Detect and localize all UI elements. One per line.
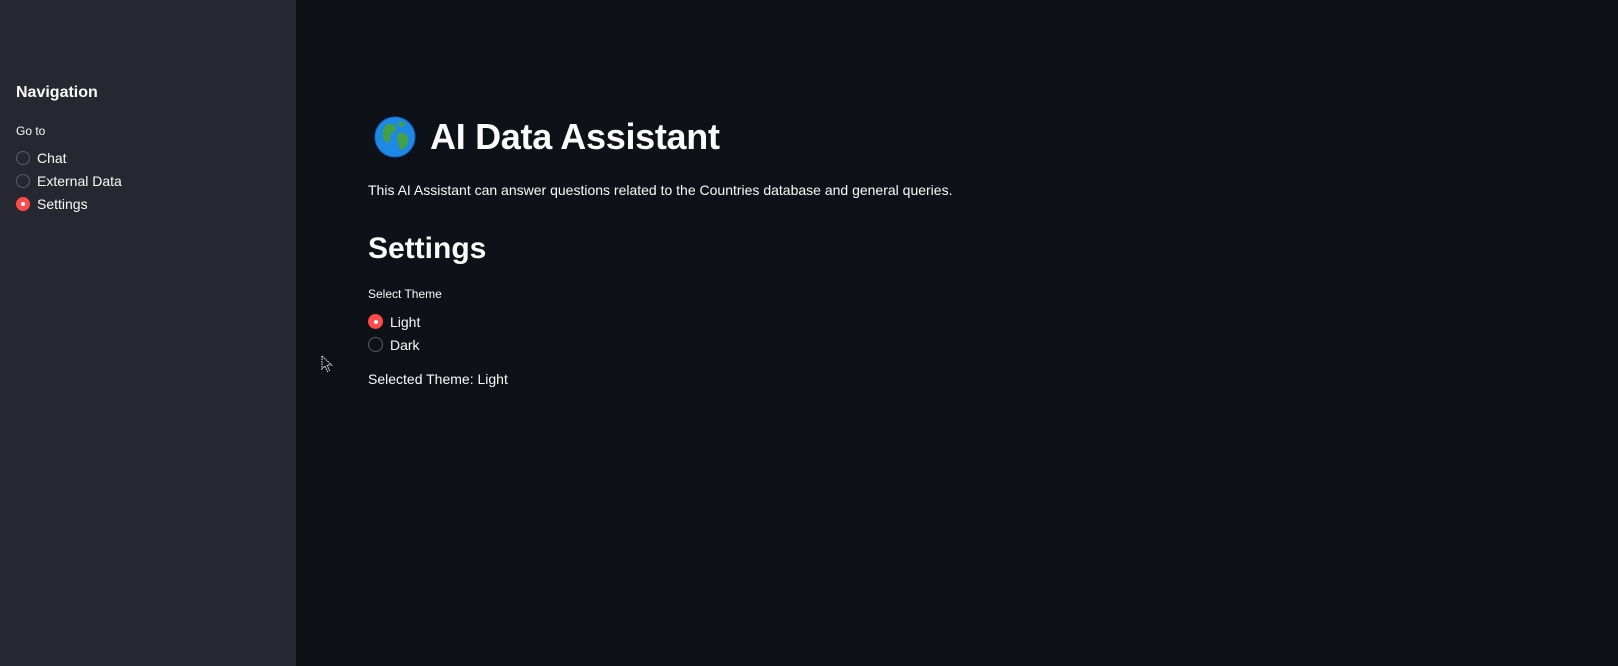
radio-button-selected-icon[interactable] (368, 314, 383, 329)
globe-icon (374, 116, 416, 158)
mouse-cursor-icon (321, 355, 333, 373)
nav-radio-group-label: Go to (16, 124, 46, 138)
page-title: AI Data Assistant (430, 116, 720, 157)
nav-option-label: Settings (37, 195, 88, 212)
nav-option-settings[interactable]: Settings (16, 192, 122, 215)
radio-button-icon[interactable] (368, 337, 383, 352)
app-root: Navigation Go to Chat External Data Sett… (0, 0, 1618, 666)
nav-option-label: External Data (37, 172, 122, 189)
theme-option-label: Light (390, 313, 421, 330)
nav-option-external-data[interactable]: External Data (16, 169, 122, 192)
theme-option-dark[interactable]: Dark (368, 333, 420, 356)
radio-button-icon[interactable] (16, 150, 30, 165)
page-header: AI Data Assistant (374, 116, 720, 158)
theme-radio-group: Light Dark (368, 310, 420, 356)
section-title: Settings (368, 232, 487, 265)
nav-option-chat[interactable]: Chat (16, 146, 122, 169)
main-content: AI Data Assistant This AI Assistant can … (296, 0, 1618, 666)
selected-theme-text: Selected Theme: Light (368, 371, 508, 387)
sidebar: Navigation Go to Chat External Data Sett… (0, 0, 296, 666)
theme-option-label: Dark (390, 336, 420, 353)
theme-option-light[interactable]: Light (368, 310, 420, 333)
radio-button-selected-icon[interactable] (16, 196, 30, 211)
sidebar-title: Navigation (16, 84, 98, 101)
theme-radio-group-label: Select Theme (368, 287, 442, 301)
nav-option-label: Chat (37, 149, 67, 166)
radio-button-icon[interactable] (16, 173, 30, 188)
page-description: This AI Assistant can answer questions r… (368, 182, 953, 198)
nav-radio-group: Chat External Data Settings (16, 146, 122, 215)
